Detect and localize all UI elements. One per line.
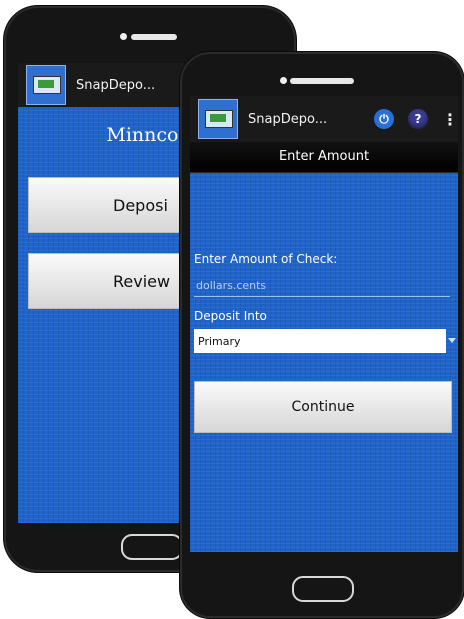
home-button[interactable]	[121, 534, 183, 560]
deposit-into-select[interactable]: Primary	[194, 329, 456, 353]
app-icon	[26, 65, 66, 105]
speaker-grille	[290, 78, 354, 84]
deposit-into-value: Primary	[198, 334, 241, 348]
chevron-down-icon	[448, 338, 456, 343]
home-button[interactable]	[292, 576, 354, 602]
app-title: SnapDepo...	[76, 77, 156, 93]
app-title: SnapDepo...	[248, 111, 328, 127]
app-icon	[198, 99, 238, 139]
amount-input[interactable]	[194, 274, 450, 297]
speaker-grille	[131, 34, 177, 40]
front-screen: SnapDepo... ⏻ ? ⋮ Enter Amount Enter Amo…	[190, 96, 458, 552]
action-bar: SnapDepo... ⏻ ? ⋮	[190, 96, 458, 142]
screen-title: Enter Amount	[190, 142, 458, 173]
front-phone: SnapDepo... ⏻ ? ⋮ Enter Amount Enter Amo…	[180, 52, 464, 618]
power-icon[interactable]: ⏻	[374, 109, 394, 129]
camera-dot	[120, 33, 127, 40]
amount-label: Enter Amount of Check:	[194, 252, 338, 266]
help-icon[interactable]: ?	[408, 109, 428, 129]
continue-button[interactable]: Continue	[194, 381, 452, 433]
overflow-menu-icon[interactable]: ⋮	[442, 110, 458, 129]
logo-text: Minnco	[106, 124, 179, 146]
deposit-into-label: Deposit Into	[194, 309, 267, 323]
camera-dot	[280, 77, 287, 84]
